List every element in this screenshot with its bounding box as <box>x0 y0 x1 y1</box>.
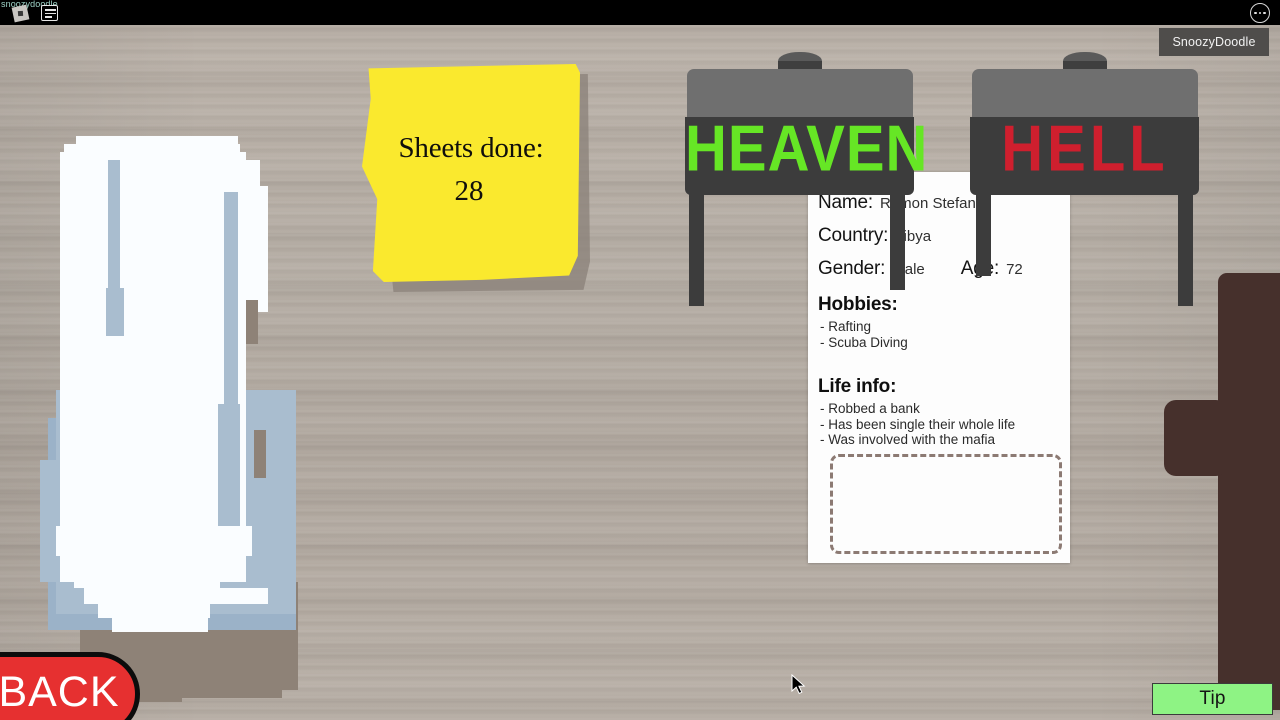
hell-stamp-leg-right <box>1178 180 1193 306</box>
hobbies-header: Hobbies: <box>818 294 898 315</box>
life-info-header: Life info: <box>818 376 897 398</box>
hell-stamp[interactable]: HELL <box>970 52 1200 306</box>
tip-button-label: Tip <box>1199 688 1226 709</box>
heaven-stamp-leg-right <box>890 180 905 290</box>
heaven-stamp-leg-left <box>689 180 704 306</box>
sheets-done-count: 28 <box>454 175 484 207</box>
hobby-item: - Rafting <box>820 319 872 334</box>
heaven-stamp-label: HEAVEN <box>685 112 929 185</box>
hobby-item: - Scuba Diving <box>820 334 908 350</box>
sheets-done-label: Sheets done: <box>398 132 544 164</box>
life-info-item: - Robbed a bank <box>820 401 920 417</box>
gender-label: Gender: <box>818 258 886 279</box>
roblox-logo-icon <box>11 4 30 23</box>
furniture-arm <box>1164 400 1228 476</box>
mouse-cursor <box>791 674 806 695</box>
age-value: 72 <box>1006 261 1023 278</box>
stack-of-paper-sheets[interactable] <box>18 130 318 702</box>
tip-button[interactable]: Tip <box>1152 683 1273 715</box>
card-row-gender-age: Gender: Male Age: 72 <box>808 258 1070 280</box>
life-info-item: - Was involved with the mafia <box>820 432 996 448</box>
back-button[interactable]: BACK <box>0 652 140 720</box>
sticky-note-sheets-done[interactable]: Sheets done: 28 <box>362 64 580 282</box>
heaven-stamp[interactable]: HEAVEN <box>685 52 929 306</box>
username-label: SnoozyDoodle <box>1172 35 1256 49</box>
back-button-label: BACK <box>0 667 120 716</box>
browser-top-bar: snoozydoodle <box>0 0 1280 25</box>
username-chip[interactable]: SnoozyDoodle <box>1159 28 1269 56</box>
more-options-icon[interactable] <box>1250 3 1270 23</box>
life-info-item: - Has been single their whole life <box>820 416 1016 432</box>
menu-list-icon[interactable] <box>41 5 58 21</box>
stamp-drop-area[interactable] <box>830 454 1062 554</box>
furniture-post <box>1218 273 1280 710</box>
hell-stamp-label: HELL <box>1001 112 1169 185</box>
